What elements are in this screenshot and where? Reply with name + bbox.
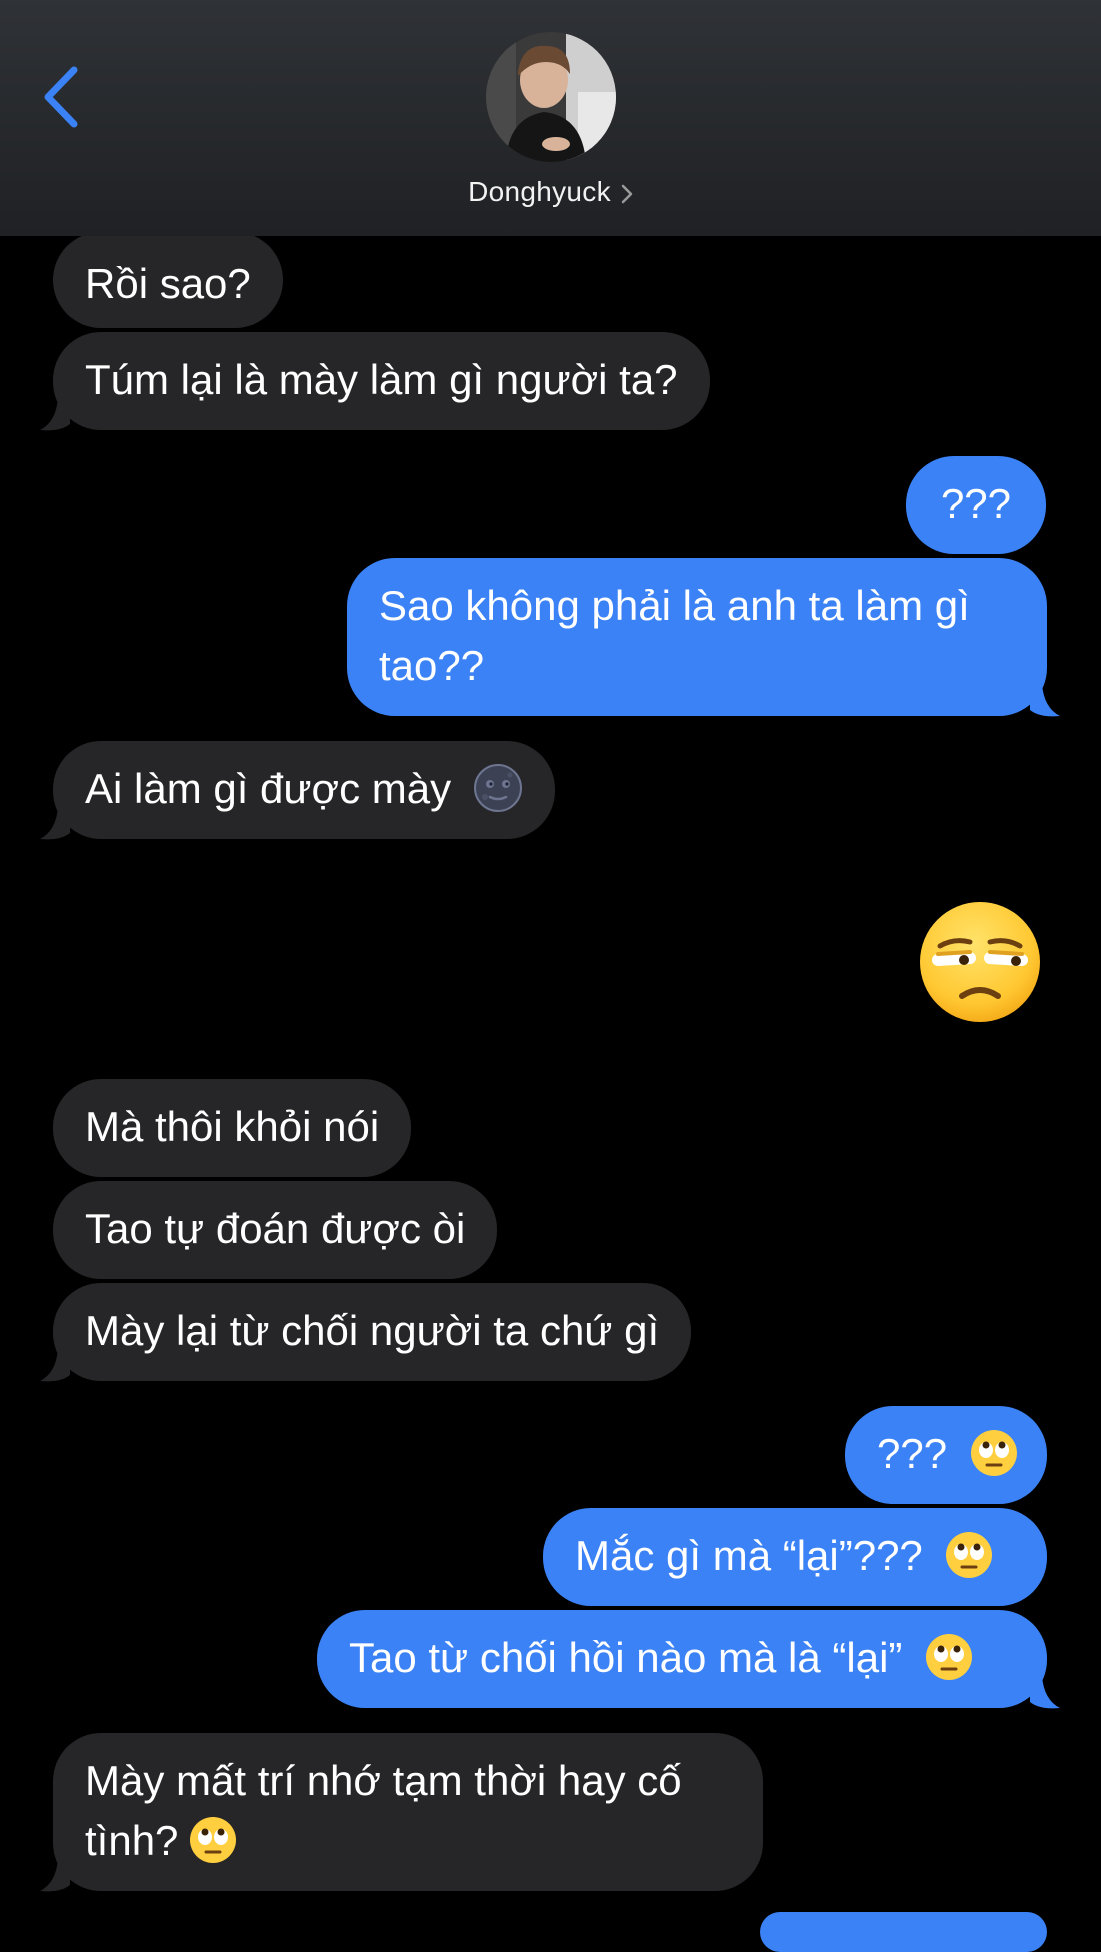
received-message[interactable]: Tao tự đoán được òi	[53, 1181, 498, 1279]
message-text: Mày lại từ chối người ta chứ gì	[85, 1307, 660, 1354]
avatar-photo	[486, 32, 616, 162]
message-text-line: Sao không phải là anh ta làm gì	[379, 582, 970, 629]
face-with-rolling-eyes-icon	[926, 1634, 973, 1680]
avatar[interactable]	[486, 32, 616, 162]
bubble-tail	[40, 1859, 70, 1892]
chevron-right-icon	[621, 184, 633, 204]
message-text-line: tình?	[85, 1811, 731, 1871]
message-text: ???	[877, 1430, 948, 1477]
conversation-header: Donghyuck	[0, 0, 1101, 236]
received-message[interactable]: Rồi sao?	[53, 232, 283, 328]
bubble-tail	[40, 807, 70, 840]
sent-message[interactable]: ???	[906, 456, 1046, 554]
face-with-rolling-eyes-icon	[190, 1817, 237, 1863]
message-text: Túm lại là mày làm gì người ta?	[85, 356, 678, 403]
bubble-tail	[40, 1349, 70, 1382]
received-message[interactable]: Mày mất trí nhớ tạm thời hay cố tình?	[53, 1733, 763, 1891]
face-with-rolling-eyes-icon	[970, 1430, 1017, 1476]
sent-message[interactable]: Mắc gì mà “lại”???	[543, 1508, 1047, 1606]
contact-name-button[interactable]: Donghyuck	[0, 176, 1101, 211]
message-text: Rồi sao?	[85, 260, 251, 307]
sent-message[interactable]: Tao từ chối hồi nào mà là “lại”	[317, 1610, 1047, 1708]
message-text-line: Mày mất trí nhớ tạm thời hay cố	[85, 1757, 682, 1804]
sent-message[interactable]: ???	[845, 1406, 1047, 1504]
message-text-line: tao??	[379, 642, 485, 689]
message-text: ???	[940, 480, 1012, 527]
received-message[interactable]: Ai làm gì được mày	[53, 741, 555, 839]
received-message[interactable]: Mà thôi khỏi nói	[53, 1079, 412, 1177]
bubble-tail	[1030, 1676, 1060, 1709]
bubble-tail	[40, 398, 70, 431]
received-message[interactable]: Mày lại từ chối người ta chứ gì	[53, 1283, 692, 1381]
message-text: Mắc gì mà “lại”???	[575, 1532, 923, 1579]
received-message[interactable]: Túm lại là mày làm gì người ta?	[53, 332, 710, 430]
bubble-tail	[1030, 684, 1060, 717]
message-text: tình?	[85, 1817, 179, 1864]
unamused-face-icon[interactable]	[918, 900, 1042, 1024]
new-moon-face-icon	[473, 764, 522, 812]
face-with-rolling-eyes-icon	[946, 1532, 993, 1578]
message-text: Mà thôi khỏi nói	[85, 1103, 380, 1150]
sent-message-partial[interactable]	[760, 1912, 1047, 1952]
back-button[interactable]	[38, 62, 88, 132]
message-text: Ai làm gì được mày	[85, 765, 452, 812]
message-text: Tao tự đoán được òi	[85, 1205, 466, 1252]
sent-message[interactable]: Sao không phải là anh ta làm gì tao??	[347, 558, 1047, 716]
contact-name: Donghyuck	[468, 176, 611, 207]
message-text: Tao từ chối hồi nào mà là “lại”	[349, 1634, 903, 1681]
chevron-left-icon	[44, 66, 78, 128]
